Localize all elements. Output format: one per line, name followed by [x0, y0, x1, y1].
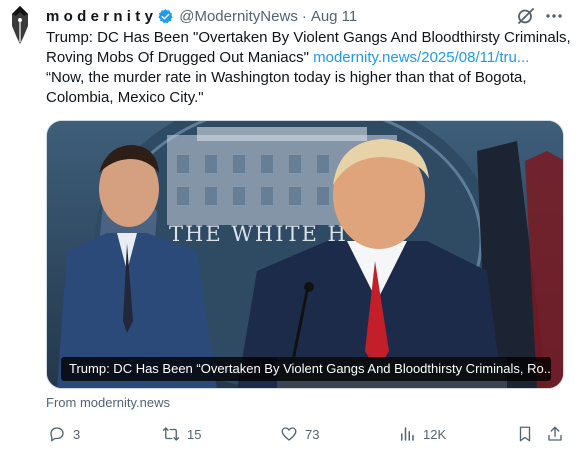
tweet-text-line: Trump: DC Has Been "Overtaken By Violent…	[46, 29, 571, 46]
tweet-text-line: Colombia, Mexico City."	[46, 89, 204, 106]
article-link[interactable]: modernity.news/2025/08/11/tru...	[313, 49, 529, 66]
grok-icon[interactable]	[516, 6, 536, 26]
reply-count: 3	[73, 426, 81, 442]
timestamp[interactable]: Aug 11	[311, 8, 357, 25]
more-icon[interactable]	[544, 6, 564, 26]
display-name[interactable]: modernity	[46, 8, 157, 25]
tweet-text-line: Roving Mobs Of Drugged Out Maniacs" mode…	[46, 48, 566, 68]
reply-icon	[50, 427, 64, 442]
bookmark-button[interactable]	[516, 424, 534, 444]
backdrop-text: THE WHITE H	[169, 222, 348, 246]
like-count: 73	[305, 426, 320, 442]
view-count: 12K	[423, 426, 447, 442]
tweet-text-line: “Now, the murder rate in Washington toda…	[46, 69, 527, 86]
fountain-pen-logo	[12, 6, 28, 44]
action-bar: 3 15 73 12K	[46, 424, 566, 444]
heart-icon	[281, 427, 297, 441]
verified-badge-icon	[158, 8, 173, 23]
tweet-header: modernity @ModernityNews · Aug 11	[46, 5, 576, 27]
like-button[interactable]: 73	[280, 424, 319, 444]
views-icon	[401, 427, 414, 441]
repost-icon	[162, 427, 180, 441]
bookmark-icon	[519, 426, 531, 442]
media-caption: Trump: DC Has Been “Overtaken By Violent…	[61, 357, 551, 381]
views-button[interactable]: 12K	[398, 424, 446, 444]
repost-button[interactable]: 15	[162, 424, 201, 444]
share-button[interactable]	[546, 424, 564, 444]
media-card[interactable]: THE WHITE H Trump: DC Has Been “Overtake…	[46, 120, 564, 389]
share-icon	[548, 426, 562, 441]
repost-count: 15	[187, 426, 202, 442]
tweet-text-fragment: Roving Mobs Of Drugged Out Maniacs"	[46, 49, 309, 66]
reply-button[interactable]: 3	[48, 424, 80, 444]
separator-dot: ·	[301, 7, 307, 25]
source-label[interactable]: From modernity.news	[46, 395, 170, 410]
tweet-text: Trump: DC Has Been "Overtaken By Violent…	[46, 28, 571, 108]
video-thumbnail: THE WHITE H	[47, 121, 563, 388]
avatar[interactable]	[6, 4, 34, 46]
tweet-card[interactable]: modernity @ModernityNews · Aug 11 Trump:…	[0, 0, 576, 452]
handle[interactable]: @ModernityNews	[179, 8, 298, 25]
